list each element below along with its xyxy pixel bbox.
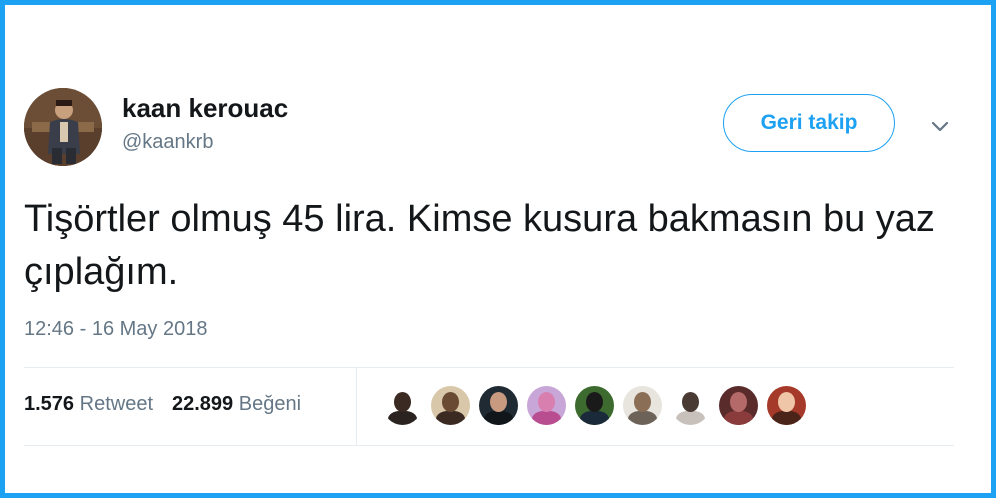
- liker-avatar[interactable]: [383, 386, 422, 425]
- liker-avatar-head: [442, 392, 459, 412]
- divider: [24, 445, 954, 446]
- like-count: 22.899: [172, 393, 234, 415]
- stats-separator: [356, 368, 357, 445]
- liker-avatar-body: [532, 411, 561, 425]
- liker-avatar[interactable]: [527, 386, 566, 425]
- liker-avatar[interactable]: [575, 386, 614, 425]
- liker-avatar-body: [628, 411, 657, 425]
- liker-avatars: [383, 386, 806, 425]
- display-name[interactable]: kaan kerouac: [122, 93, 288, 124]
- liker-avatar-head: [538, 392, 555, 412]
- tweet-card: kaan kerouac @kaankrb Geri takip Tişörtl…: [0, 0, 996, 498]
- liker-avatar-head: [490, 392, 507, 412]
- liker-avatar-head: [394, 392, 411, 412]
- tweet-timestamp[interactable]: 12:46 - 16 May 2018: [24, 318, 207, 341]
- liker-avatar-body: [676, 411, 705, 425]
- liker-avatar[interactable]: [479, 386, 518, 425]
- liker-avatar-body: [484, 411, 513, 425]
- retweet-count: 1.576: [24, 393, 75, 415]
- avatar[interactable]: [24, 88, 102, 166]
- follow-back-button[interactable]: Geri takip: [723, 94, 895, 152]
- like-stat[interactable]: 22.899 Beğeni: [172, 393, 301, 416]
- tweet-text: Tişörtler olmuş 45 lira. Kimse kusura ba…: [24, 198, 935, 293]
- divider: [24, 367, 954, 368]
- liker-avatar-head: [730, 392, 747, 412]
- liker-avatar-body: [436, 411, 465, 425]
- user-handle[interactable]: @kaankrb: [122, 131, 213, 154]
- liker-avatar-body: [580, 411, 609, 425]
- liker-avatar-body: [388, 411, 417, 425]
- liker-avatar[interactable]: [623, 386, 662, 425]
- like-label: Beğeni: [238, 393, 302, 415]
- liker-avatar[interactable]: [719, 386, 758, 425]
- liker-avatar-head: [586, 392, 603, 412]
- liker-avatar-head: [634, 392, 651, 412]
- liker-avatar-head: [682, 392, 699, 412]
- liker-avatar-head: [778, 392, 795, 412]
- retweet-stat[interactable]: 1.576 Retweet: [24, 393, 153, 416]
- liker-avatar-body: [724, 411, 753, 425]
- liker-avatar[interactable]: [671, 386, 710, 425]
- liker-avatar[interactable]: [767, 386, 806, 425]
- liker-avatar-body: [772, 411, 801, 425]
- chevron-down-icon[interactable]: [927, 113, 953, 139]
- liker-avatar[interactable]: [431, 386, 470, 425]
- tweet-stats: 1.576 Retweet 22.899 Beğeni: [24, 393, 301, 416]
- retweet-label: Retweet: [79, 393, 153, 415]
